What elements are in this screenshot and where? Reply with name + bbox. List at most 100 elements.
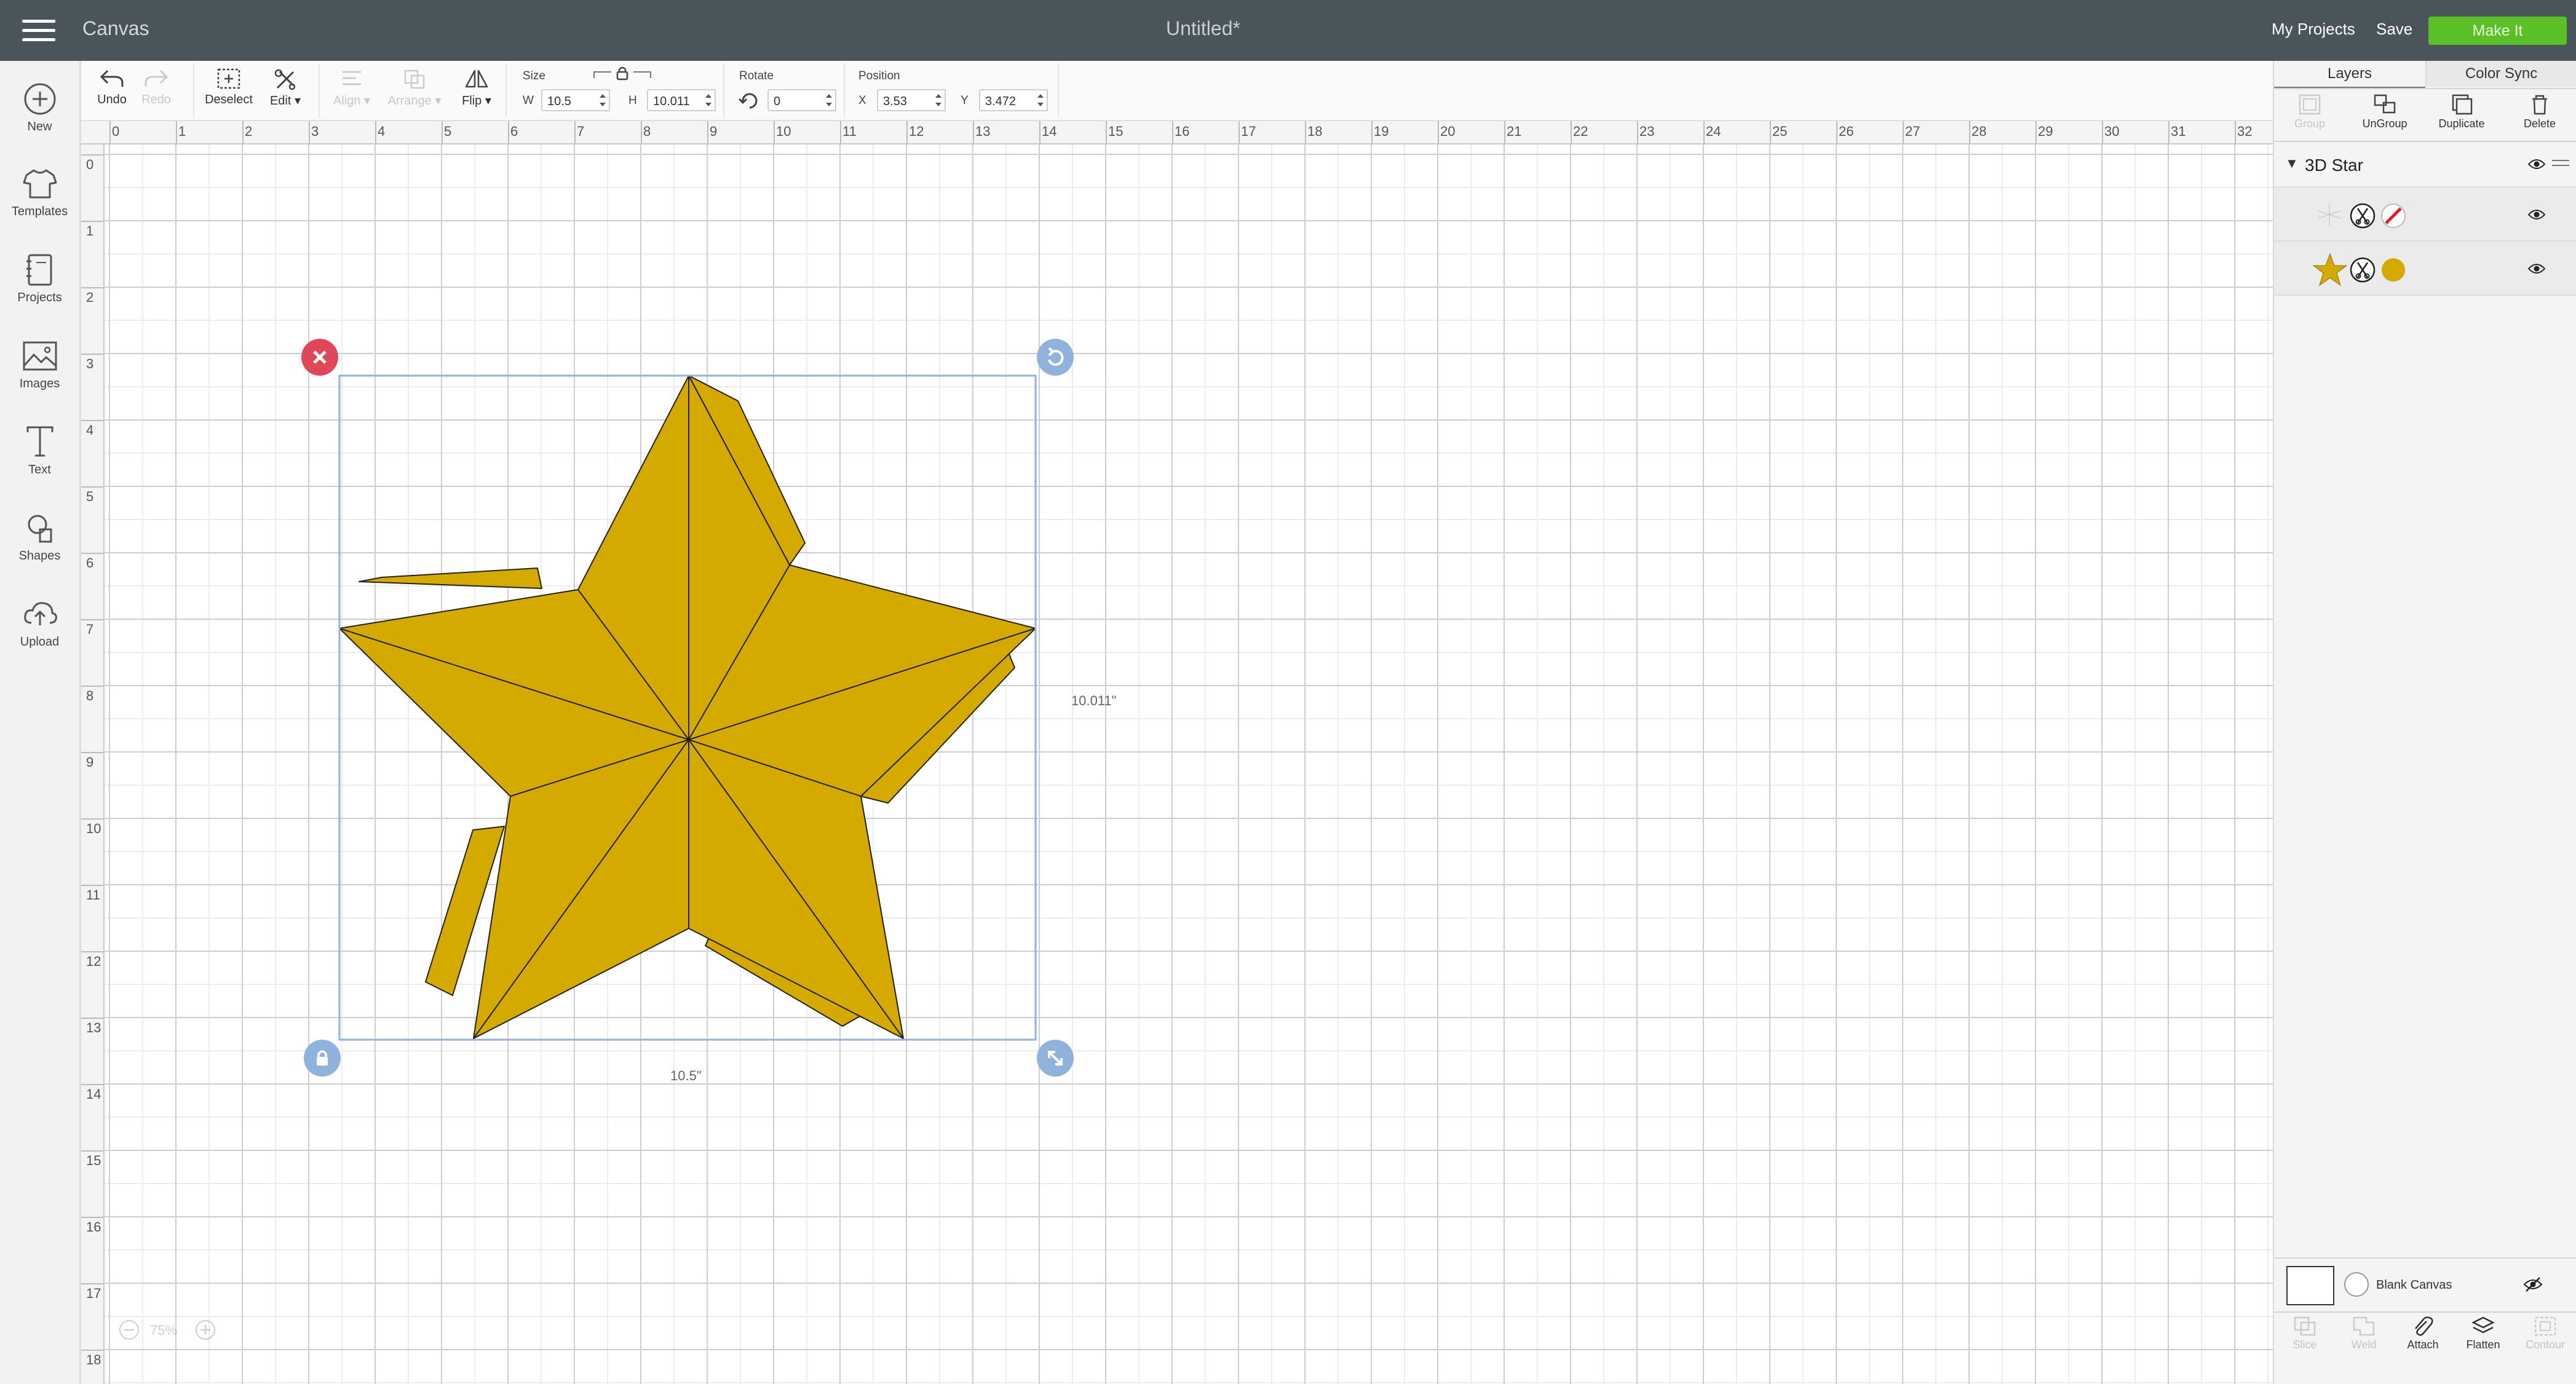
lock-icon (317, 1050, 328, 1066)
layers-panel: Layers Color Sync Group UnGroup Duplicat… (2273, 61, 2576, 1384)
sidebar-item-label: Upload (20, 635, 60, 649)
y-position-stepper[interactable] (1034, 89, 1048, 111)
flatten-layers-icon (2471, 1316, 2495, 1334)
resize-handle[interactable] (1037, 1040, 1074, 1077)
align-label: Align (333, 94, 361, 108)
image-icon (23, 341, 57, 371)
contour-icon (2534, 1316, 2556, 1336)
eye-icon[interactable] (2527, 158, 2546, 170)
duplicate-label: Duplicate (2438, 117, 2485, 130)
arrange-icon (404, 69, 425, 89)
sidebar-item-templates[interactable]: Templates (0, 167, 79, 219)
arrange-button[interactable]: Arrange ▾ (384, 67, 445, 108)
collapse-triangle-icon[interactable]: ▼ (2285, 156, 2299, 172)
y-label: Y (961, 94, 969, 107)
panel-divider (2274, 1311, 2576, 1313)
sidebar-item-label: Text (28, 463, 51, 476)
top-header: Canvas Untitled* My Projects Save Make I… (0, 0, 2576, 61)
star-color-swatch-icon[interactable] (2380, 256, 2407, 283)
make-it-button[interactable]: Make It (2428, 17, 2567, 45)
linetype-cut-icon[interactable] (2349, 256, 2376, 283)
document-title[interactable]: Untitled* (1166, 17, 1240, 40)
save-button[interactable]: Save (2376, 20, 2412, 39)
blank-canvas-row[interactable]: Blank Canvas (2274, 1259, 2576, 1311)
toolbar-divider (1058, 63, 1059, 117)
undo-button[interactable]: Undo (93, 67, 130, 107)
sidebar-item-upload[interactable]: Upload (0, 597, 79, 649)
chevron-down-icon: ▾ (431, 94, 442, 108)
delete-button[interactable]: Delete (2515, 93, 2564, 130)
score-color-swatch-icon[interactable] (2380, 202, 2407, 229)
redo-button[interactable]: Redo (138, 67, 175, 107)
rotate-handle[interactable] (1037, 339, 1074, 376)
flatten-button[interactable]: Flatten (2459, 1315, 2508, 1351)
sidebar-item-shapes[interactable]: Shapes (0, 511, 79, 563)
lock-proportions-handle[interactable] (304, 1040, 341, 1077)
eye-hidden-icon[interactable] (2522, 1276, 2543, 1293)
toolbar-divider (193, 63, 194, 117)
sidebar-item-images[interactable]: Images (0, 339, 79, 391)
redo-icon (145, 69, 168, 87)
text-t-icon (26, 426, 53, 457)
eye-icon[interactable] (2527, 208, 2546, 221)
tab-layers[interactable]: Layers (2274, 61, 2425, 89)
layer-group-row[interactable]: ▼ 3D Star (2274, 142, 2576, 188)
sidebar-item-text[interactable]: Text (0, 425, 79, 477)
ungroup-button[interactable]: UnGroup (2354, 93, 2415, 130)
height-label: H (628, 94, 637, 107)
slice-icon (2294, 1316, 2316, 1336)
lock-aspect-icon[interactable] (592, 66, 653, 82)
attach-button[interactable]: Attach (2398, 1315, 2447, 1351)
duplicate-button[interactable]: Duplicate (2428, 93, 2495, 130)
contour-button[interactable]: Contour (2518, 1315, 2573, 1351)
my-projects-link[interactable]: My Projects (2272, 20, 2355, 39)
flip-button[interactable]: Flip ▾ (455, 67, 498, 108)
align-button[interactable]: Align ▾ (327, 67, 376, 108)
star-artwork[interactable] (81, 121, 2273, 1384)
blank-canvas-thumbnail (2286, 1266, 2334, 1305)
rotate-icon (1048, 347, 1064, 366)
rotate-stepper[interactable] (823, 89, 836, 111)
linetype-cut-icon[interactable] (2349, 202, 2376, 229)
drag-handle-icon[interactable] (2552, 158, 2569, 168)
zoom-out-icon[interactable] (118, 1319, 140, 1341)
design-canvas[interactable]: 0 1 2 3 4 5 6 7 8 9 10 11 12 13 14 15 16 17 18 19 20 21 22 23 24… (81, 121, 2273, 1384)
left-sidebar: New Templates Projects Images Text Shape… (0, 61, 81, 1384)
duplicate-icon (2452, 94, 2473, 115)
blank-canvas-color-swatch[interactable] (2344, 1272, 2369, 1297)
group-button[interactable]: Group (2285, 93, 2334, 130)
toolbar-divider (844, 63, 845, 117)
plus-circle-icon (24, 83, 55, 115)
tab-color-sync[interactable]: Color Sync (2425, 61, 2576, 87)
sidebar-item-new[interactable]: New (0, 82, 79, 134)
score-lines-thumbnail-icon (2318, 204, 2341, 226)
layer-row-score[interactable] (2274, 188, 2576, 242)
weld-icon (2353, 1316, 2375, 1336)
height-stepper[interactable] (702, 89, 716, 111)
undo-label: Undo (97, 93, 127, 106)
star-thumbnail-icon (2312, 253, 2348, 287)
eye-icon[interactable] (2527, 263, 2546, 275)
delete-handle[interactable] (301, 339, 338, 376)
hamburger-menu-icon[interactable] (22, 20, 55, 42)
zoom-in-icon[interactable] (194, 1319, 216, 1341)
trash-icon (2532, 95, 2547, 115)
resize-arrows-icon (1048, 1051, 1063, 1066)
deselect-button[interactable]: Deselect (204, 67, 253, 107)
width-stepper[interactable] (596, 89, 610, 111)
group-icon (2299, 94, 2321, 115)
layer-row-star[interactable] (2274, 242, 2576, 296)
ungroup-icon (2374, 94, 2396, 114)
deselect-icon (217, 68, 240, 89)
height-dimension-label: 10.011" (1071, 693, 1117, 708)
slice-button[interactable]: Slice (2280, 1315, 2329, 1351)
app-title: Canvas (82, 17, 149, 39)
undo-icon (100, 69, 124, 87)
layer-group-name: 3D Star (2305, 156, 2363, 175)
weld-button[interactable]: Weld (2339, 1315, 2388, 1351)
edit-button[interactable]: Edit ▾ (262, 67, 309, 108)
sidebar-item-label: New (27, 120, 52, 133)
sidebar-item-projects[interactable]: Projects (0, 253, 79, 305)
x-position-stepper[interactable] (932, 89, 946, 111)
toolbar-divider (319, 63, 320, 117)
